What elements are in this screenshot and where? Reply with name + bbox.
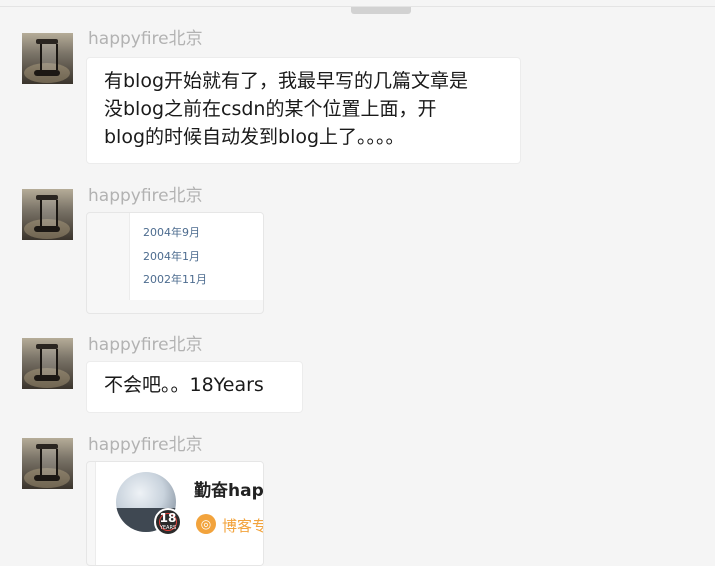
chat-window: happyfire北京 有blog开始就有了，我最早写的几篇文章是 没blog之… [0,0,715,566]
hourglass-base [34,70,60,76]
avatar[interactable] [22,33,73,84]
profile-image-message[interactable]: 18 YEARS 勤奋happy ◎ 博客专家 [86,461,264,566]
message-bubble[interactable]: 不会吧。。18Years [86,361,303,413]
hourglass-body [40,44,58,70]
badge-number: 18 [159,511,177,525]
avatar[interactable] [22,338,73,389]
hourglass-base [34,375,60,381]
date-link: 2004年9月 [143,226,200,239]
hourglass-base [34,226,60,232]
badge-label: YEARS [159,525,177,531]
hourglass-body [40,349,58,375]
date-link: 2004年1月 [143,250,200,263]
sender-name: happyfire北京 [88,335,203,355]
sender-name: happyfire北京 [88,435,203,455]
blog-expert-label: 博客专家 [222,517,263,535]
image-message[interactable]: 2004年9月 2004年1月 2002年11月 [86,212,264,314]
hourglass-body [40,200,58,226]
message-text: 有blog开始就有了，我最早写的几篇文章是 没blog之前在csdn的某个位置上… [104,70,469,148]
screenshot-image: 2004年9月 2004年1月 2002年11月 [129,213,263,300]
sender-name: happyfire北京 [88,186,203,206]
message-bubble[interactable]: 有blog开始就有了，我最早写的几篇文章是 没blog之前在csdn的某个位置上… [86,57,521,164]
message-text: 不会吧。。18Years [104,374,264,396]
hourglass-base [34,475,60,481]
hourglass-body [40,449,58,475]
years-badge: 18 YEARS [154,508,182,536]
scroll-handle[interactable] [351,7,411,14]
avatar[interactable] [22,438,73,489]
sender-name: happyfire北京 [88,29,203,49]
profile-card: 18 YEARS 勤奋happy ◎ 博客专家 [95,462,264,565]
date-link: 2002年11月 [143,273,207,286]
profile-name: 勤奋happy [194,481,264,501]
avatar[interactable] [22,189,73,240]
blog-expert-icon: ◎ [196,514,216,534]
